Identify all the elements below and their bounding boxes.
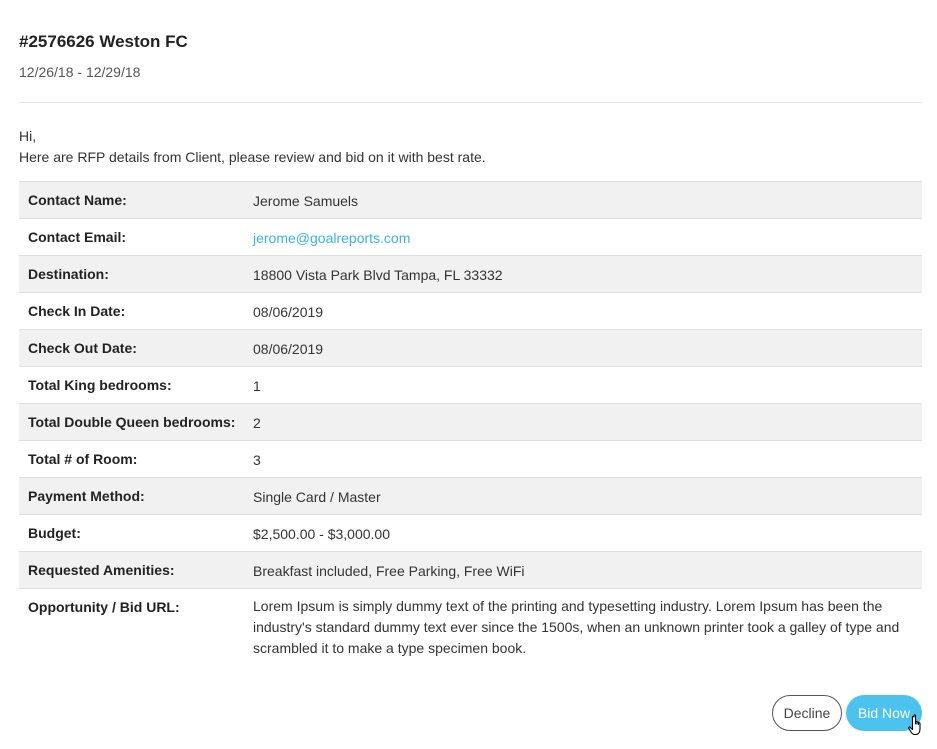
detail-value: Breakfast included, Free Parking, Free W… — [253, 563, 525, 579]
detail-row-queen-bedrooms: Total Double Queen bedrooms: 2 — [19, 404, 922, 441]
detail-value-cell: jerome@goalreports.com — [244, 219, 922, 247]
detail-label: Contact Name: — [28, 192, 127, 208]
detail-row-contact-name: Contact Name: Jerome Samuels — [19, 182, 922, 219]
detail-label: Check In Date: — [28, 303, 126, 319]
detail-label: Budget: — [28, 525, 81, 541]
detail-row-destination: Destination: 18800 Vista Park Blvd Tampa… — [19, 256, 922, 293]
detail-row-check-out: Check Out Date: 08/06/2019 — [19, 330, 922, 367]
date-range: 12/26/18 - 12/29/18 — [19, 64, 141, 80]
detail-value: Jerome Samuels — [253, 193, 359, 209]
detail-value: Single Card / Master — [253, 489, 381, 505]
detail-label: Total Double Queen bedrooms: — [28, 414, 236, 430]
divider — [19, 102, 922, 103]
greeting-text: Hi, — [19, 128, 37, 144]
page-title: #2576626 Weston FC — [19, 32, 188, 51]
detail-value: $2,500.00 - $3,000.00 — [253, 526, 391, 542]
intro-text: Here are RFP details from Client, please… — [19, 149, 486, 165]
detail-label: Total King bedrooms: — [28, 377, 172, 393]
detail-row-bid-url: Opportunity / Bid URL: Lorem Ipsum is si… — [19, 589, 922, 669]
detail-label: Destination: — [28, 266, 109, 282]
decline-button[interactable]: Decline — [772, 695, 842, 731]
detail-value: 18800 Vista Park Blvd Tampa, FL 33332 — [253, 267, 503, 283]
detail-label: Total # of Room: — [28, 451, 138, 467]
detail-label: Payment Method: — [28, 488, 145, 504]
detail-value: Lorem Ipsum is simply dummy text of the … — [253, 598, 900, 656]
detail-value: 1 — [253, 378, 261, 394]
detail-row-payment-method: Payment Method: Single Card / Master — [19, 478, 922, 515]
detail-value: 3 — [253, 452, 261, 468]
detail-label: Contact Email: — [28, 229, 127, 245]
details-table: Contact Name: Jerome Samuels Contact Ema… — [19, 181, 922, 669]
detail-row-king-bedrooms: Total King bedrooms: 1 — [19, 367, 922, 404]
detail-value: 2 — [253, 415, 261, 431]
detail-row-total-rooms: Total # of Room: 3 — [19, 441, 922, 478]
contact-email-link[interactable]: jerome@goalreports.com — [253, 230, 410, 246]
detail-row-contact-email: Contact Email: jerome@goalreports.com — [19, 219, 922, 256]
detail-label: Check Out Date: — [28, 340, 137, 356]
detail-value: 08/06/2019 — [253, 341, 324, 357]
detail-row-amenities: Requested Amenities: Breakfast included,… — [19, 552, 922, 589]
detail-row-check-in: Check In Date: 08/06/2019 — [19, 293, 922, 330]
message: Hi, Here are RFP details from Client, pl… — [19, 126, 486, 168]
detail-label: Requested Amenities: — [28, 562, 175, 578]
detail-row-budget: Budget: $2,500.00 - $3,000.00 — [19, 515, 922, 552]
hand-pointer-icon — [908, 714, 921, 736]
detail-value: 08/06/2019 — [253, 304, 324, 320]
detail-label: Opportunity / Bid URL: — [28, 599, 180, 615]
